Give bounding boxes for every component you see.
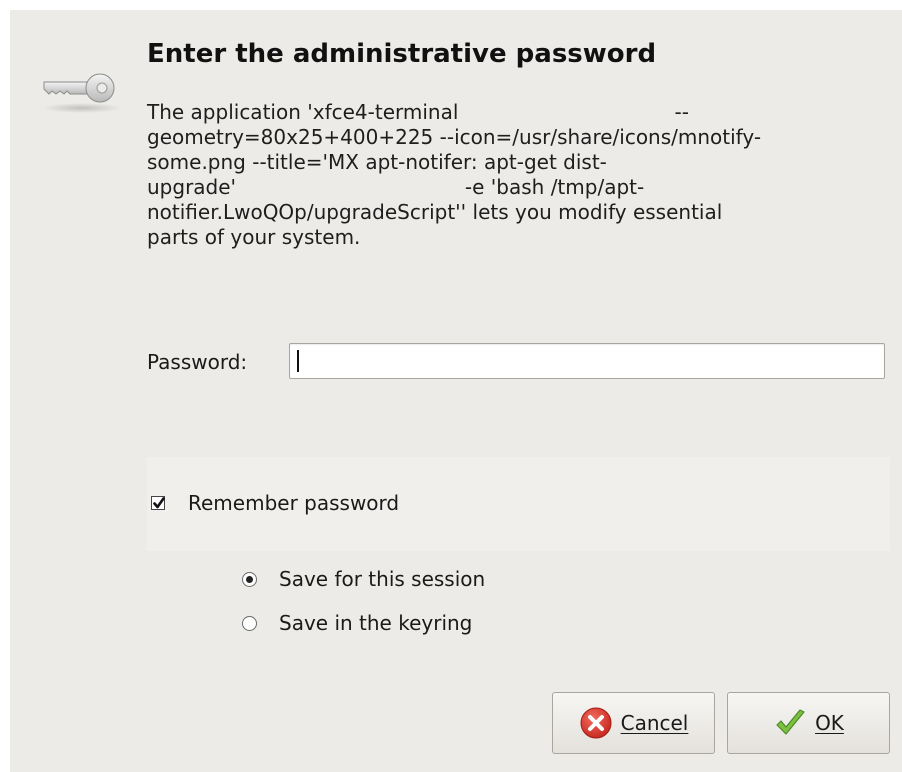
message-line: geometry=80x25+400+225 --icon=/usr/share… bbox=[147, 125, 762, 149]
message-line: parts of your system. bbox=[147, 225, 361, 249]
checkmark-icon bbox=[776, 709, 805, 735]
remember-panel: Remember password bbox=[147, 457, 890, 551]
remember-password-label[interactable]: Remember password bbox=[188, 490, 399, 516]
text-caret bbox=[297, 350, 299, 372]
radio-button[interactable] bbox=[242, 616, 257, 631]
password-label: Password: bbox=[147, 350, 248, 374]
message-line: notifier.LwoQOp/upgradeScript'' lets you… bbox=[147, 200, 723, 224]
message-line: some.png --title='MX apt-notifer: apt-ge… bbox=[147, 150, 607, 174]
radio-button[interactable] bbox=[242, 572, 257, 587]
ok-label: OK bbox=[815, 711, 844, 735]
password-input[interactable] bbox=[289, 343, 885, 379]
ok-button[interactable]: OK bbox=[727, 692, 890, 754]
radio-label[interactable]: Save for this session bbox=[279, 566, 485, 592]
radio-selected-dot bbox=[246, 576, 253, 583]
cancel-label: Cancel bbox=[620, 711, 689, 735]
cancel-button[interactable]: Cancel bbox=[552, 692, 715, 754]
key-icon bbox=[40, 68, 122, 118]
message-line: The application 'xfce4-terminal -- bbox=[147, 100, 689, 124]
radio-label[interactable]: Save in the keyring bbox=[279, 610, 472, 636]
message-line: upgrade' -e 'bash /tmp/apt- bbox=[147, 175, 645, 199]
dialog-title: Enter the administrative password bbox=[147, 39, 657, 69]
cancel-icon bbox=[580, 707, 612, 739]
dialog-message: The application 'xfce4-terminal -- geome… bbox=[147, 100, 892, 250]
password-dialog: Enter the administrative password The ap… bbox=[10, 10, 902, 772]
remember-password-checkbox[interactable] bbox=[151, 496, 165, 510]
checkmark-icon bbox=[153, 497, 165, 509]
